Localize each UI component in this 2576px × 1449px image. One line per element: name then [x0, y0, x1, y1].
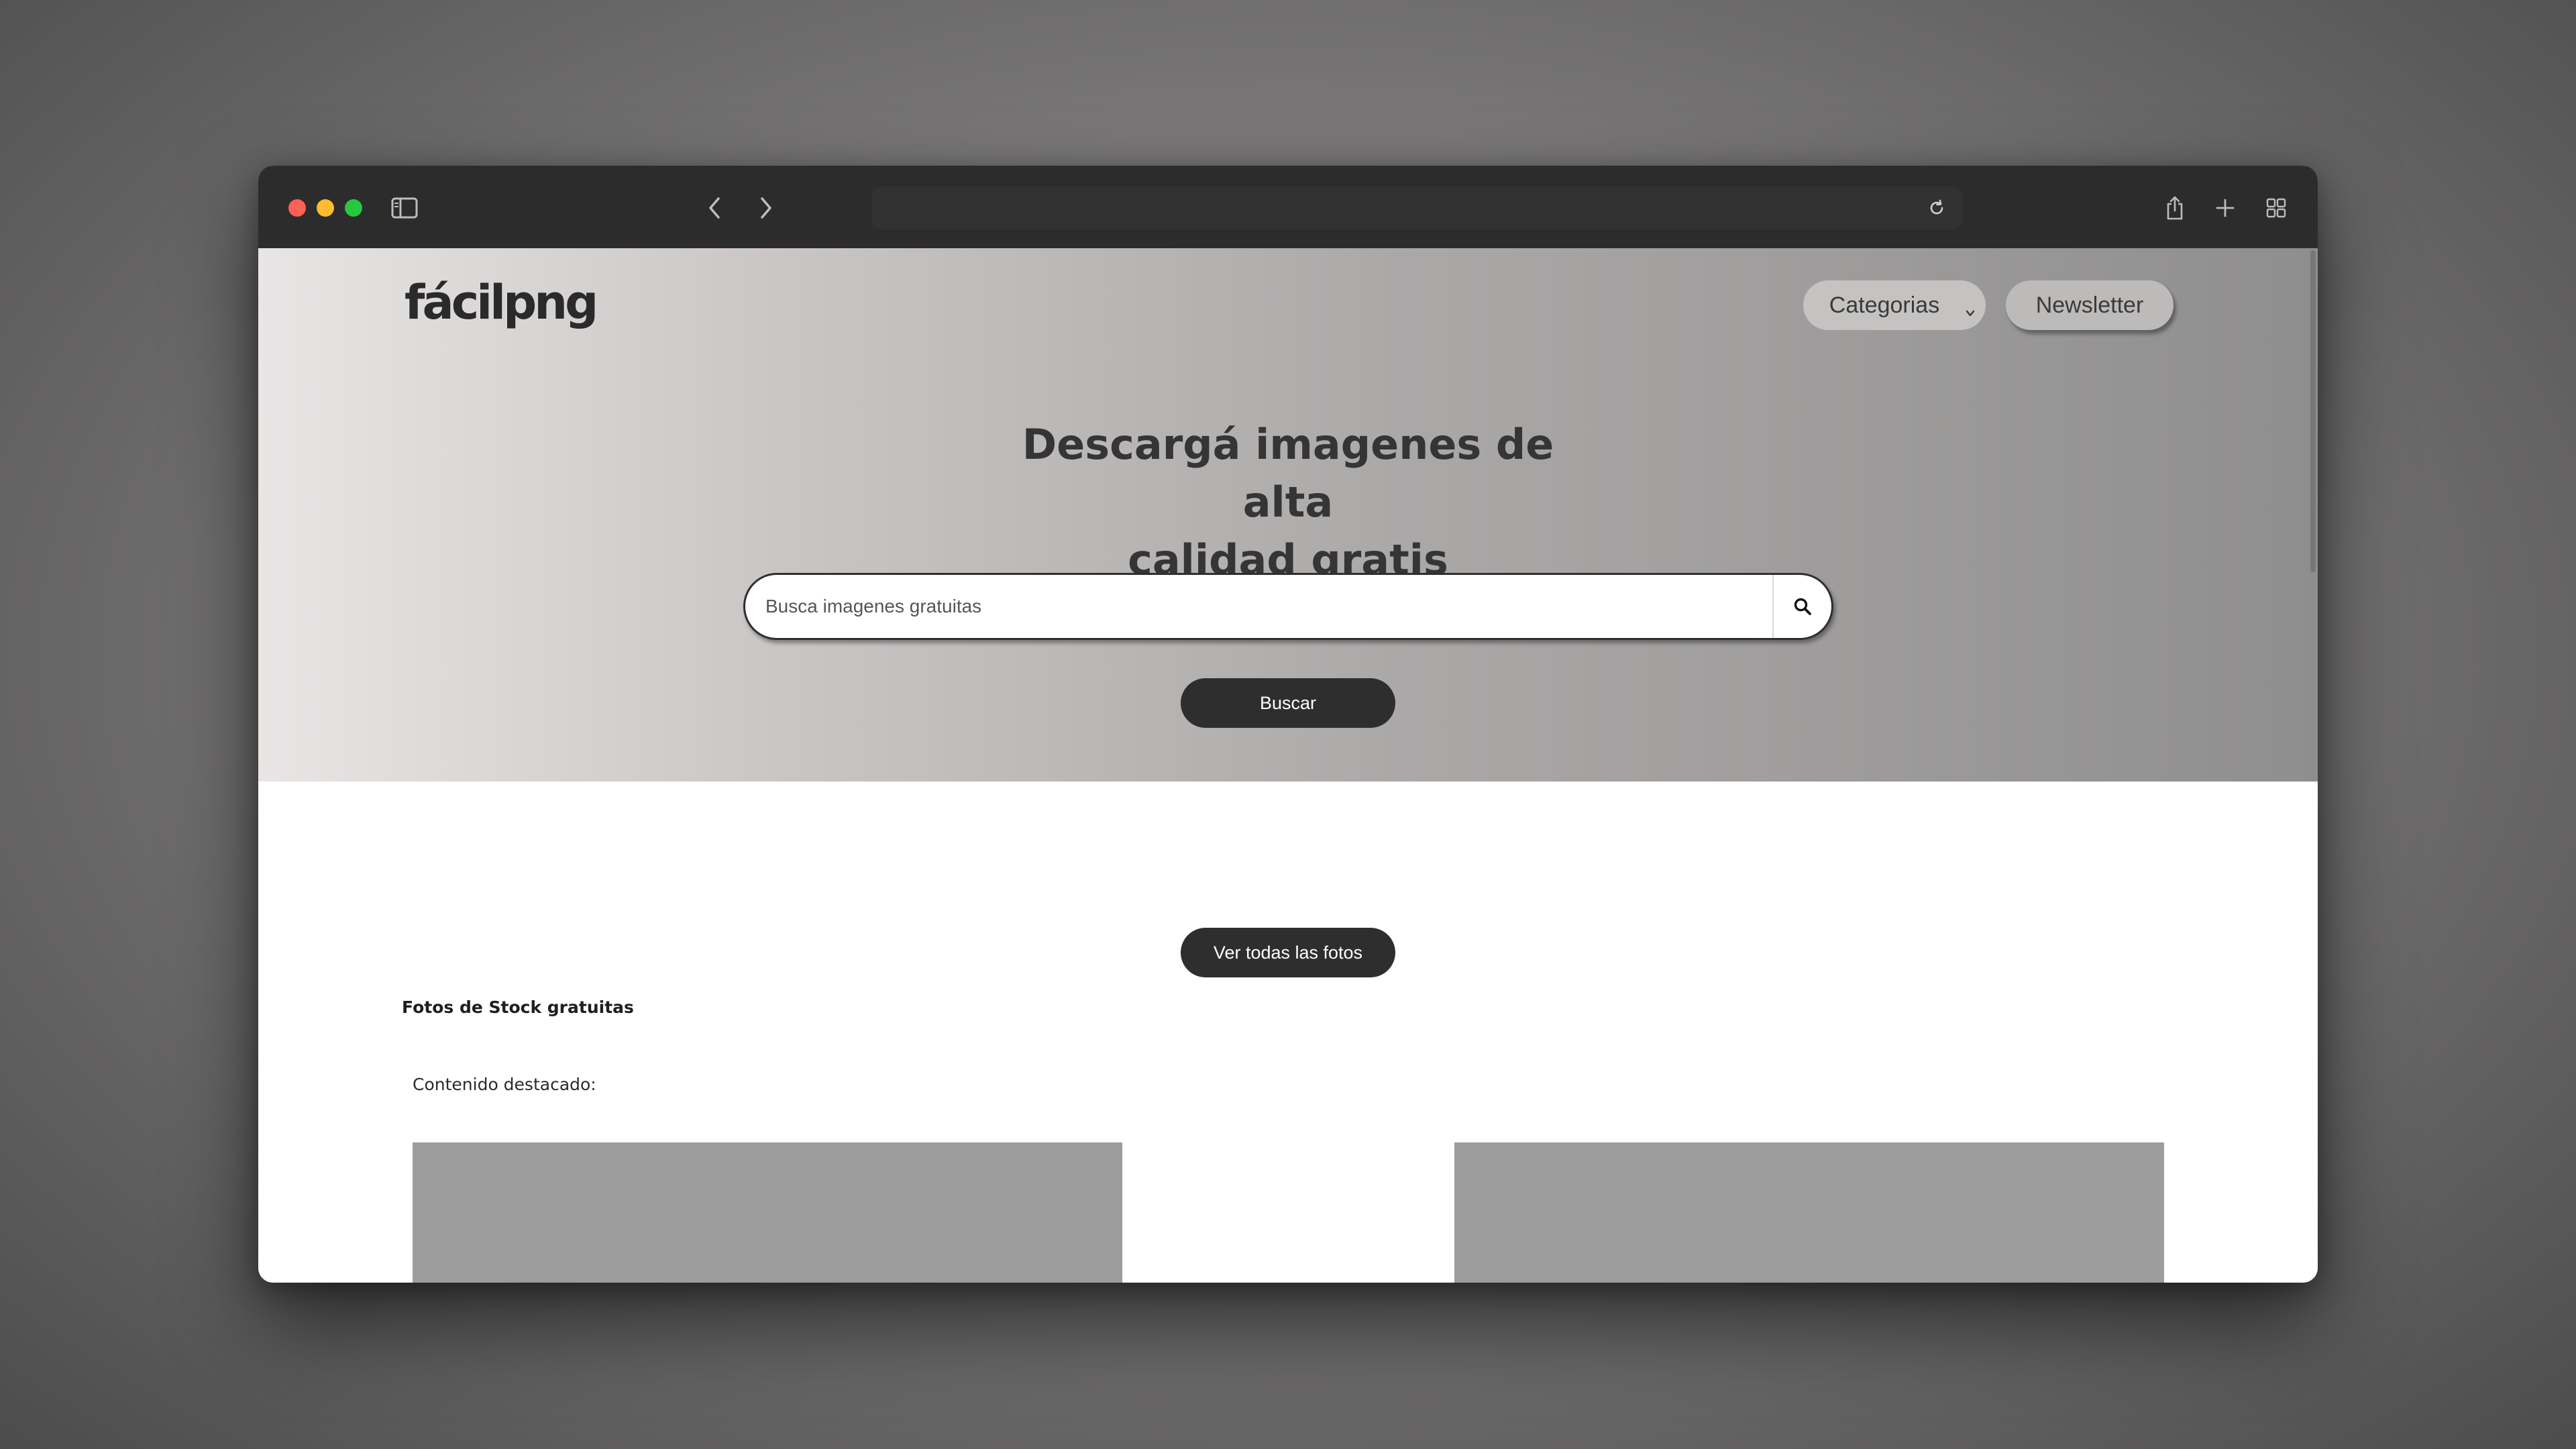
share-icon[interactable]: [2158, 191, 2192, 225]
reload-icon[interactable]: [1923, 195, 1950, 221]
tab-overview-icon[interactable]: [2259, 191, 2293, 225]
featured-image-placeholder[interactable]: [413, 1142, 1122, 1283]
featured-image-placeholder[interactable]: [1454, 1142, 2164, 1283]
hero-section: fácilpng Categorias Newsletter Descargá …: [258, 248, 2318, 782]
minimize-window-button[interactable]: [317, 199, 334, 217]
categorias-dropdown[interactable]: Categorias: [1803, 280, 1986, 330]
sidebar-icon[interactable]: [388, 191, 421, 225]
search-icon: [1794, 598, 1811, 615]
forward-icon[interactable]: [749, 191, 783, 225]
address-bar[interactable]: [872, 187, 1962, 229]
featured-label: Contenido destacado:: [413, 1075, 596, 1094]
search-input[interactable]: [745, 575, 1772, 638]
back-icon[interactable]: [698, 191, 731, 225]
section-title: Fotos de Stock gratuitas: [402, 998, 634, 1017]
chevron-down-icon: [1964, 298, 1976, 324]
page-scrollbar[interactable]: [2310, 250, 2316, 572]
browser-window: fácilpng Categorias Newsletter Descargá …: [258, 166, 2318, 1283]
zoom-window-button[interactable]: [345, 199, 362, 217]
categorias-label: Categorias: [1829, 292, 1940, 318]
search-bar: [743, 573, 1833, 640]
web-page: fácilpng Categorias Newsletter Descargá …: [258, 248, 2318, 1283]
site-logo[interactable]: fácilpng: [405, 275, 598, 330]
newsletter-button[interactable]: Newsletter: [2006, 280, 2174, 330]
buscar-button[interactable]: Buscar: [1181, 678, 1395, 728]
close-window-button[interactable]: [288, 199, 306, 217]
browser-toolbar: [258, 166, 2318, 248]
search-icon-button[interactable]: [1772, 575, 1831, 638]
hero-title: Descargá imagenes de alta calidad gratis: [986, 416, 1590, 589]
new-tab-icon[interactable]: [2208, 191, 2242, 225]
hero-title-line1: Descargá imagenes de alta: [1022, 420, 1554, 527]
view-all-photos-button[interactable]: Ver todas las fotos: [1181, 928, 1395, 977]
